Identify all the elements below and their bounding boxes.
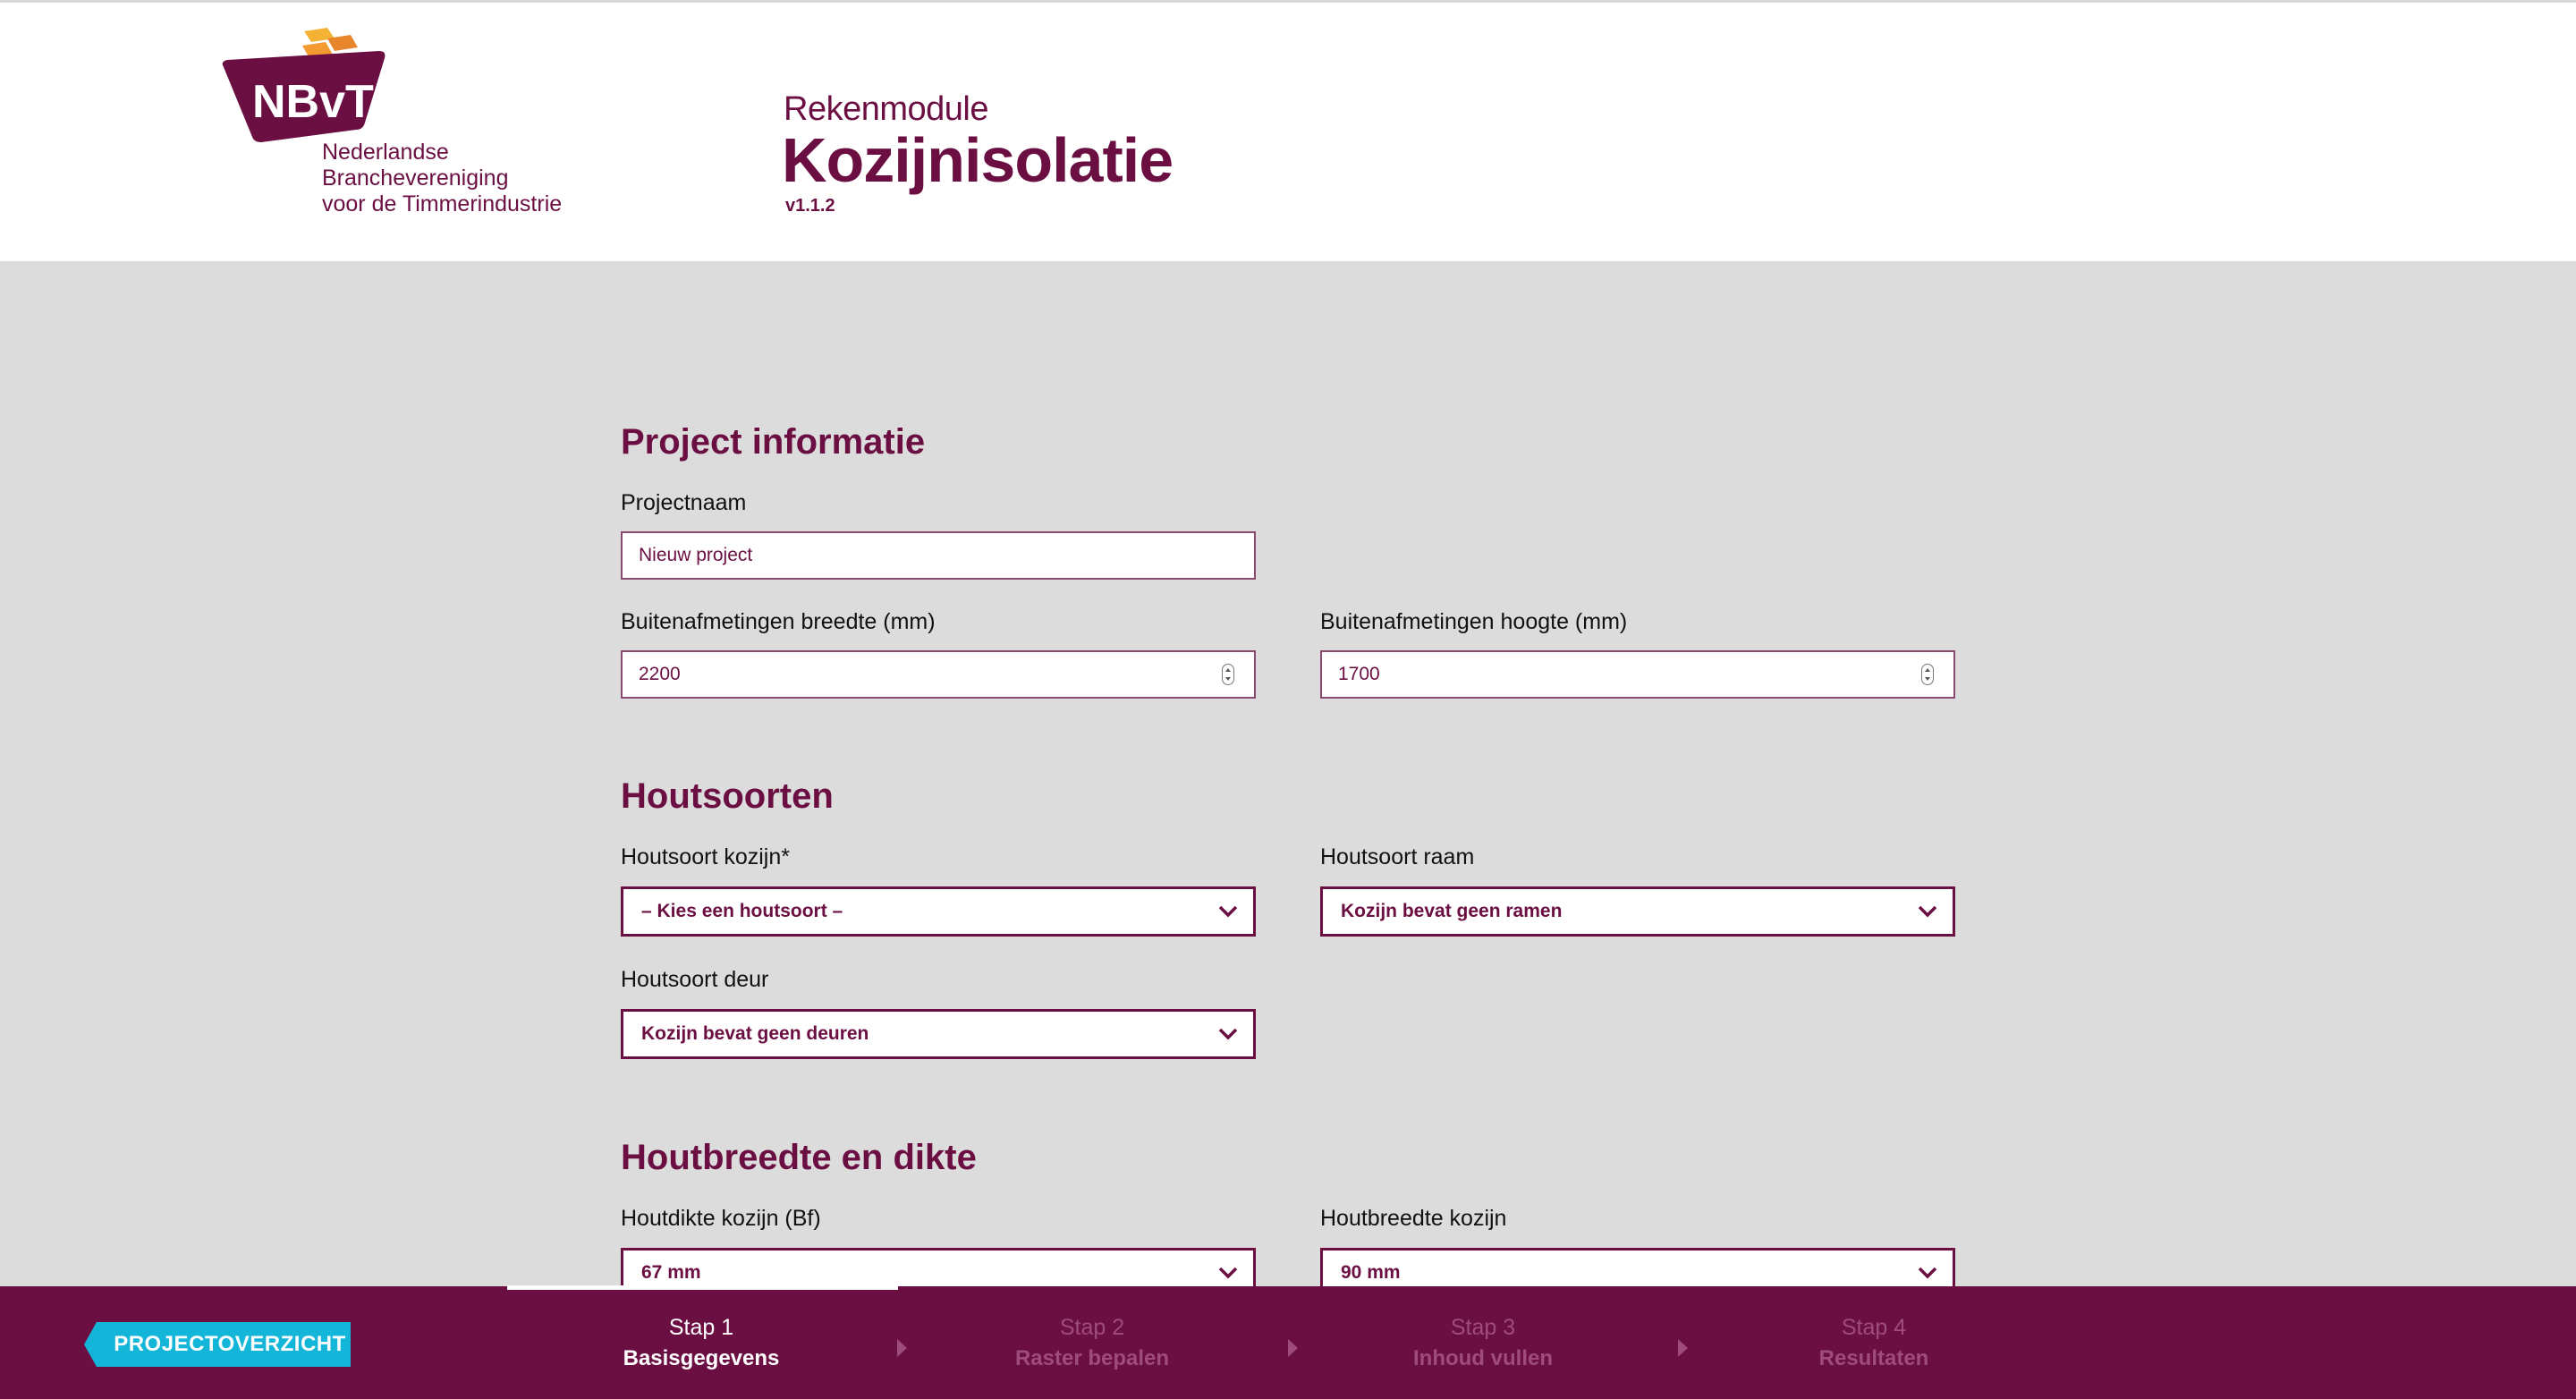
houtsoort-kozijn-label: Houtsoort kozijn* [621, 844, 790, 869]
logo-tagline: Nederlandse Branchevereniging voor de Ti… [322, 140, 572, 217]
projectnaam-input[interactable]: Nieuw project [621, 531, 1256, 580]
houtdikte-kozijn-label: Houtdikte kozijn (Bf) [621, 1206, 821, 1231]
step-4-name: Resultaten [1818, 1346, 1929, 1370]
chevron-down-icon [1918, 1267, 1937, 1279]
step-1[interactable]: Stap 1 Basisgegevens [567, 1315, 835, 1371]
houtsoort-deur-value: Kozijn bevat geen deuren [641, 1023, 869, 1044]
step-4[interactable]: Stap 4 Resultaten [1740, 1315, 2008, 1371]
hoogte-value: 1700 [1338, 664, 1380, 684]
section-title-houtbreedte: Houtbreedte en dikte [621, 1138, 977, 1177]
houtsoort-kozijn-value: – Kies een houtsoort – [641, 901, 843, 921]
breedte-input[interactable]: 2200 [621, 650, 1256, 699]
step-2-number: Stap 2 [1059, 1315, 1125, 1340]
houtsoort-deur-label: Houtsoort deur [621, 967, 769, 992]
logo-line-3: voor de Timmerindustrie [322, 191, 563, 216]
houtdikte-kozijn-value: 67 mm [641, 1262, 701, 1283]
hoogte-label: Buitenafmetingen hoogte (mm) [1320, 609, 1628, 634]
chevron-down-icon [1218, 1267, 1238, 1279]
step-1-name: Basisgegevens [623, 1346, 780, 1370]
logo-mark: NBvT [252, 76, 374, 128]
houtsoort-kozijn-select[interactable]: – Kies een houtsoort – [621, 886, 1256, 937]
projectnaam-label: Projectnaam [621, 490, 747, 515]
projectoverzicht-label: PROJECTOVERZICHT [114, 1332, 346, 1356]
houtbreedte-kozijn-label: Houtbreedte kozijn [1320, 1206, 1507, 1231]
hoogte-input[interactable]: 1700 [1320, 650, 1955, 699]
spinner-icon[interactable] [1222, 664, 1234, 685]
houtsoort-raam-value: Kozijn bevat geen ramen [1341, 901, 1563, 921]
chevron-down-icon [1918, 905, 1937, 918]
triangle-right-icon [1678, 1339, 1688, 1357]
section-title-project: Project informatie [621, 422, 926, 462]
section-title-houtsoorten: Houtsoorten [621, 776, 834, 816]
step-3[interactable]: Stap 3 Inhoud vullen [1349, 1315, 1617, 1371]
step-1-number: Stap 1 [668, 1315, 734, 1340]
app-version: v1.1.2 [785, 196, 835, 216]
step-progress-indicator [507, 1285, 898, 1290]
breedte-label: Buitenafmetingen breedte (mm) [621, 609, 936, 634]
step-2[interactable]: Stap 2 Raster bepalen [958, 1315, 1226, 1371]
triangle-right-icon [897, 1339, 907, 1357]
houtsoort-raam-label: Houtsoort raam [1320, 844, 1475, 869]
breedte-value: 2200 [639, 664, 681, 684]
logo-line-2: Branchevereniging [322, 165, 509, 191]
projectnaam-value: Nieuw project [639, 545, 753, 565]
chevron-down-icon [1218, 1028, 1238, 1040]
chevron-down-icon [1218, 905, 1238, 918]
houtsoort-deur-select[interactable]: Kozijn bevat geen deuren [621, 1009, 1256, 1059]
app-title: Kozijnisolatie [782, 125, 1174, 195]
step-4-number: Stap 4 [1841, 1315, 1907, 1340]
step-2-name: Raster bepalen [1014, 1346, 1170, 1370]
app-header: NBvT Nederlandse Branchevereniging voor … [0, 0, 2576, 261]
spinner-icon[interactable] [1921, 664, 1934, 685]
app-subtitle: Rekenmodule [784, 90, 988, 128]
projectoverzicht-button[interactable]: PROJECTOVERZICHT [84, 1322, 351, 1367]
houtsoort-raam-select[interactable]: Kozijn bevat geen ramen [1320, 886, 1955, 937]
step-3-number: Stap 3 [1450, 1315, 1516, 1340]
logo-line-1: Nederlandse [322, 140, 449, 165]
step-3-name: Inhoud vullen [1413, 1346, 1553, 1370]
triangle-right-icon [1288, 1339, 1298, 1357]
houtbreedte-kozijn-value: 90 mm [1341, 1262, 1401, 1283]
